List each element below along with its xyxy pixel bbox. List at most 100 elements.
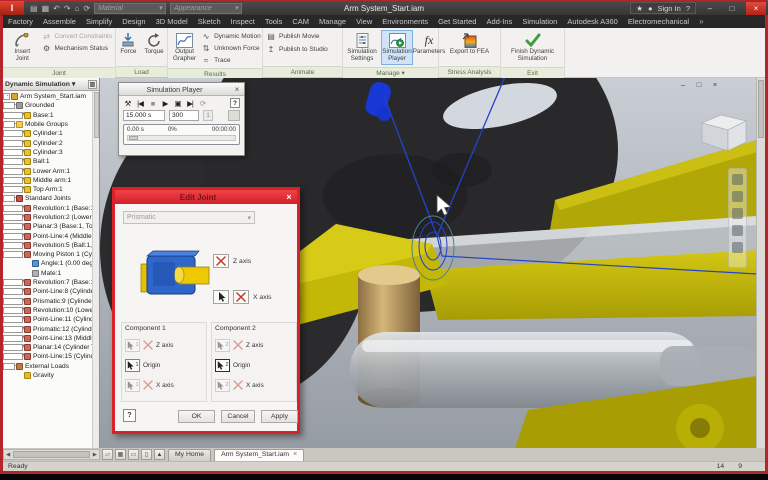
export-to-fea-button[interactable]: Export to FEA xyxy=(448,30,492,58)
tree-expander-icon[interactable]: - xyxy=(3,102,16,110)
tree-expander-icon[interactable]: + xyxy=(3,148,26,156)
look-at-icon[interactable] xyxy=(732,242,743,253)
tree-expander-icon[interactable]: + xyxy=(3,325,26,333)
tree-expander-icon[interactable]: + xyxy=(3,158,26,166)
arrange-tile-icon[interactable]: ▦ xyxy=(115,449,126,460)
tree-expander-icon[interactable]: + xyxy=(3,204,26,212)
comp1-z-axis-button[interactable]: 1 xyxy=(125,338,140,352)
trace-button[interactable]: ≈ Trace xyxy=(201,54,261,66)
doc-restore-icon[interactable]: □ xyxy=(693,80,705,89)
comp1-x-axis-button[interactable]: 1 xyxy=(125,378,140,392)
signin-button[interactable]: Sign In xyxy=(657,4,680,13)
tree-item-point-line-8[interactable]: + Point-Line:8 (Cylinder Pist xyxy=(3,287,92,296)
ribbon-tab[interactable]: Autodesk A360 xyxy=(562,15,622,28)
tree-item-revolution-7[interactable]: + Revolution:7 (Base:1, Cyl xyxy=(3,278,92,287)
comp2-z-axis-button[interactable]: 2 xyxy=(215,338,230,352)
simulation-player-button[interactable]: Simulation Player xyxy=(381,30,413,65)
tree-item-planar-3[interactable]: + Planar:3 (Base:1, Top Ar xyxy=(3,222,92,231)
tree-item-point-line-11[interactable]: + Point-Line:11 (Cylinder Pi xyxy=(3,315,92,324)
tree-expander-icon[interactable]: - xyxy=(3,362,16,370)
publish-to-studio-button[interactable]: ↥ Publish to Studio xyxy=(266,43,328,55)
tree-expander-icon[interactable]: + xyxy=(3,279,26,287)
scroll-left-icon[interactable]: ◀ xyxy=(4,452,12,458)
open-icon[interactable]: ▤ xyxy=(30,4,38,13)
expand-tabs-icon[interactable]: ▲ xyxy=(154,449,165,460)
close-icon[interactable]: × xyxy=(281,192,297,202)
tree-expander-icon[interactable]: + xyxy=(3,306,26,314)
tree-expander-icon[interactable]: + xyxy=(3,297,26,305)
tree-item-prismatic-9[interactable]: + Prismatic:9 (Cylinder Pist xyxy=(3,297,92,306)
simulation-player-help-icon[interactable]: ? xyxy=(230,98,240,108)
edit-joint-titlebar[interactable]: Edit Joint × xyxy=(115,190,297,204)
tree-expander-icon[interactable]: + xyxy=(3,214,26,221)
tab-close-icon[interactable]: × xyxy=(293,449,297,461)
tree-expander-icon[interactable]: - xyxy=(3,251,24,259)
finish-dynamic-simulation-button[interactable]: Finish Dynamic Simulation xyxy=(504,30,561,65)
tree-expander-icon[interactable]: + xyxy=(3,130,26,138)
ribbon-tab[interactable]: Get Started xyxy=(433,15,481,28)
tree-expander-icon[interactable]: - xyxy=(3,195,16,203)
tree-expander-icon[interactable]: + xyxy=(3,232,26,240)
undo-icon[interactable]: ↶ xyxy=(53,4,60,13)
ribbon-tab[interactable]: Manage xyxy=(314,15,351,28)
simulation-images-input[interactable] xyxy=(169,110,199,121)
tree-item-point-line-4[interactable]: + Point-Line:4 (Middle arm xyxy=(3,231,92,240)
ribbon-tab[interactable]: Factory xyxy=(3,15,38,28)
ribbon-tab[interactable]: CAM xyxy=(287,15,314,28)
force-button[interactable]: Force xyxy=(117,30,139,58)
tree-item-prismatic-12[interactable]: + Prismatic:12 (Cylinder Pi xyxy=(3,324,92,333)
comp2-x-axis-button[interactable]: 2 xyxy=(215,378,230,392)
tree-expander-icon[interactable]: + xyxy=(3,353,26,361)
tree-expander-icon[interactable]: + xyxy=(3,316,26,324)
cancel-button[interactable]: Cancel xyxy=(221,410,255,423)
ribbon-tab[interactable]: Inspect xyxy=(226,15,260,28)
save-icon[interactable]: ▦ xyxy=(42,4,50,13)
ribbon-tab[interactable]: Environments xyxy=(377,15,433,28)
tree-expander-icon[interactable]: + xyxy=(3,344,26,352)
ribbon-tab[interactable]: Assemble xyxy=(38,15,81,28)
apply-button[interactable]: Apply xyxy=(261,410,298,423)
pan-icon[interactable] xyxy=(732,191,743,202)
ribbon-tab[interactable]: Add-Ins xyxy=(481,15,517,28)
tree-item-mobile-groups[interactable]: - Mobile Groups xyxy=(3,120,92,129)
tree-item-revolution-2[interactable]: + Revolution:2 (Lower Arm: xyxy=(3,213,92,222)
browser-filter-icon[interactable]: ▥ xyxy=(88,79,97,89)
tree-expander-icon[interactable]: + xyxy=(3,111,26,119)
ribbon-tab[interactable]: Sketch xyxy=(193,15,226,28)
maximize-button[interactable]: □ xyxy=(724,2,740,15)
tree-item-revolution-10[interactable]: + Revolution:10 (Lower Arm xyxy=(3,306,92,315)
redo-icon[interactable]: ↷ xyxy=(64,4,71,13)
close-button[interactable]: × xyxy=(746,1,766,15)
tree-item-base-1[interactable]: + Base:1 xyxy=(3,111,92,120)
tab-my-home[interactable]: My Home xyxy=(168,448,212,461)
ribbon-tab[interactable]: Design xyxy=(117,15,150,28)
star-icon[interactable]: ★ xyxy=(636,4,643,13)
tree-item-top-arm-1[interactable]: + Top Arm:1 xyxy=(3,185,92,194)
z-axis-pick-button[interactable] xyxy=(213,254,229,268)
tree-item-cylinder-2[interactable]: + Cylinder:2 xyxy=(3,138,92,147)
tree-expander-icon[interactable]: + xyxy=(3,288,26,296)
output-grapher-button[interactable]: Output Grapher xyxy=(171,30,198,65)
tree-item-planar-14[interactable]: + Planar:14 (Cylinder Tube xyxy=(3,343,92,352)
ribbon-tab[interactable]: View xyxy=(351,15,377,28)
tree-item-gravity[interactable]: Gravity xyxy=(3,371,92,380)
comp1-origin-button[interactable]: 1 xyxy=(125,358,140,372)
home-icon[interactable]: ⌂ xyxy=(75,4,80,13)
tree-expander-icon[interactable]: + xyxy=(3,334,26,342)
tree-expander-icon[interactable]: - xyxy=(3,93,10,101)
tree-item-mate-1[interactable]: Mate:1 xyxy=(3,269,92,278)
tree-expander-icon[interactable]: + xyxy=(3,176,26,184)
ribbon-tab[interactable]: Electromechanical xyxy=(623,15,694,28)
tree-expander-icon[interactable]: + xyxy=(3,241,26,249)
torque-button[interactable]: Torque xyxy=(142,30,165,58)
tree-item-middle-arm-1[interactable]: + Middle arm:1 xyxy=(3,176,92,185)
tree-item-grounded[interactable]: - Grounded xyxy=(3,101,92,110)
tree-item-revolution-1[interactable]: + Revolution:1 (Base:1, Lo xyxy=(3,204,92,213)
player-options-button[interactable] xyxy=(228,110,240,121)
update-icon[interactable]: ⟳ xyxy=(83,4,90,13)
inventor-logo-icon[interactable]: I xyxy=(0,0,24,16)
tree-item-moving-piston-1[interactable]: - Moving Piston 1 (Cylinder xyxy=(3,250,92,259)
ok-button[interactable]: OK xyxy=(178,410,215,423)
help-icon[interactable]: ? xyxy=(686,4,690,13)
simulation-player-titlebar[interactable]: Simulation Player × xyxy=(119,83,244,96)
